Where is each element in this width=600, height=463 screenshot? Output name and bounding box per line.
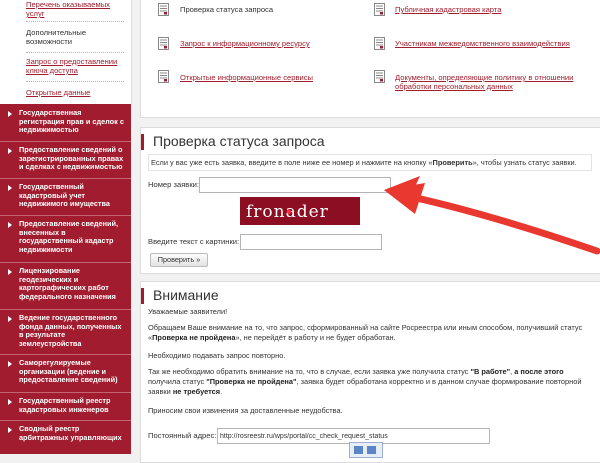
annotation-arrow: [384, 176, 600, 255]
